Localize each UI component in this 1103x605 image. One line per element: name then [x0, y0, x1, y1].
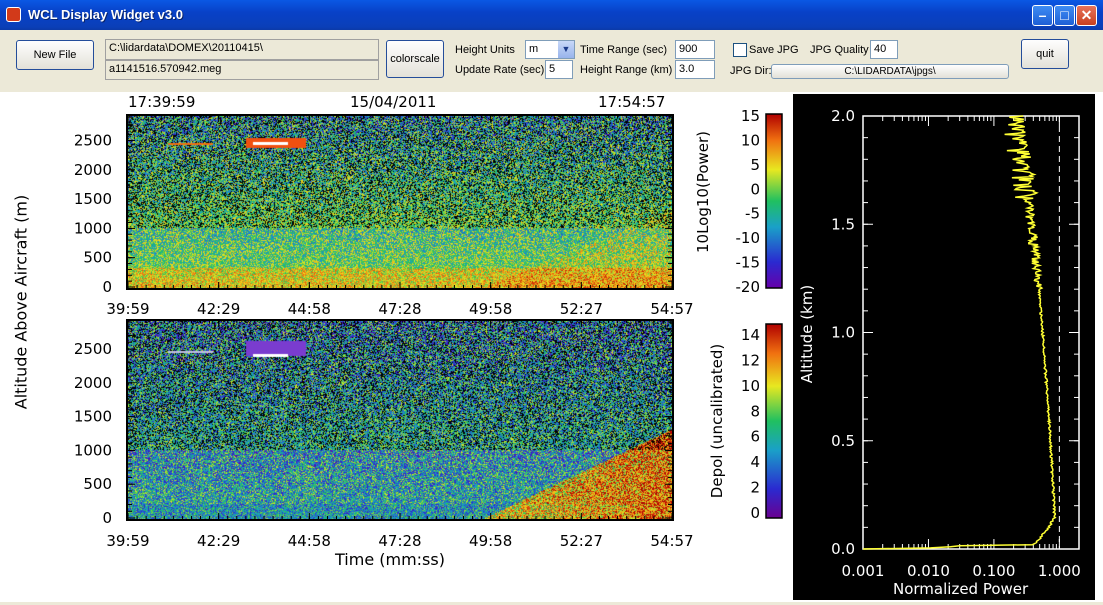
path-directory-field: C:\lidardata\DOMEX\20110415\: [105, 39, 379, 60]
app-icon: [6, 7, 21, 22]
profile-y-tick-label: 2.0: [831, 107, 855, 125]
y-tick-label-lower: 0: [102, 509, 112, 527]
profile-line: [862, 115, 1057, 550]
y-tick-label-lower: 1500: [74, 408, 112, 426]
close-button[interactable]: ✕: [1076, 5, 1097, 26]
depol-colorbar-tick: 8: [750, 402, 760, 420]
colorscale-button[interactable]: colorscale: [386, 40, 444, 78]
y-tick-label-upper: 1000: [74, 219, 112, 237]
minimize-button[interactable]: –: [1032, 5, 1053, 26]
x-tick-label-upper: 49:58: [469, 300, 512, 318]
y-tick-label-upper: 0: [102, 278, 112, 296]
depol-axes-box: [126, 319, 674, 521]
x-tick-label-lower: 52:27: [560, 532, 603, 550]
power-colorbar-tick: 10: [741, 131, 760, 149]
end-time-label: 17:54:57: [598, 93, 666, 111]
title-bar[interactable]: WCL Display Widget v3.0 – □ ✕: [0, 0, 1103, 30]
x-tick-label-lower: 47:28: [378, 532, 421, 550]
y-tick-label-lower: 1000: [74, 441, 112, 459]
update-rate-label: Update Rate (sec): [455, 64, 545, 76]
save-jpg-label: Save JPG: [749, 44, 799, 56]
power-colorbar-label: 10Log10(Power): [694, 130, 712, 254]
x-tick-label-lower: 49:58: [469, 532, 512, 550]
profile-y-tick-label: 0.5: [831, 432, 855, 450]
x-tick-label-upper: 42:29: [197, 300, 240, 318]
power-colorbar-tick: -5: [745, 205, 760, 223]
power-colorbar-tick: 15: [741, 107, 760, 125]
x-tick-label-upper: 39:59: [106, 300, 149, 318]
start-time-label: 17:39:59: [128, 93, 196, 111]
y-tick-label-upper: 500: [83, 249, 112, 267]
x-tick-label-upper: 44:58: [288, 300, 331, 318]
profile-x-tick-label: 0.100: [972, 562, 1015, 580]
x-tick-label-upper: 52:27: [560, 300, 603, 318]
profile-axes-box: [862, 115, 1080, 550]
profile-plot: 0.0 0.5 1.0 1.5 2.0 0.001 0.010 0.100 1.000 Alti…: [793, 94, 1095, 600]
profile-y-tick-label: 0.0: [831, 540, 855, 558]
x-tick-label-lower: 42:29: [197, 532, 240, 550]
x-axis-label: Time (mm:ss): [335, 550, 445, 569]
power-colorbar-tick: -10: [736, 229, 761, 247]
x-tick-label-upper: 47:28: [378, 300, 421, 318]
height-units-select[interactable]: m ▼: [525, 40, 575, 59]
lidar-plots-frame: 39:59 39:59 42:29 42:29 44:58 44:58 47:28 47:28…: [74, 107, 783, 550]
x-tick-label-lower: 54:57: [650, 532, 693, 550]
window-title: WCL Display Widget v3.0: [28, 7, 183, 22]
date-label: 15/04/2011: [350, 93, 437, 111]
new-file-button[interactable]: New File: [16, 40, 94, 70]
depol-colorbar: [765, 323, 783, 519]
profile-x-tick-label: 0.010: [907, 562, 950, 580]
depol-colorbar-tick: 0: [750, 504, 760, 522]
plot-area: 39:59 39:59 42:29 42:29 44:58 44:58 47:28 47:28…: [0, 92, 1103, 602]
jpg-dir-button[interactable]: C:\LIDARDATA\jpgs\: [771, 64, 1009, 79]
depol-colorbar-tick: 4: [750, 453, 760, 471]
height-units-label: Height Units: [455, 44, 515, 56]
update-rate-input[interactable]: 5: [545, 60, 573, 79]
y-tick-label-lower: 2500: [74, 340, 112, 358]
y-tick-label-upper: 2500: [74, 131, 112, 149]
power-axes-box: [126, 114, 674, 290]
x-tick-label-lower: 39:59: [106, 532, 149, 550]
y-tick-label-upper: 2000: [74, 161, 112, 179]
path-file-field: a1141516.570942.meg: [105, 60, 379, 80]
x-tick-label-upper: 54:57: [650, 300, 693, 318]
time-range-label: Time Range (sec): [580, 44, 668, 56]
power-colorbar: [765, 113, 783, 289]
profile-svg: 0.0 0.5 1.0 1.5 2.0 0.001 0.010 0.100 1.000: [831, 107, 1081, 580]
chevron-down-icon[interactable]: ▼: [558, 41, 574, 58]
save-jpg-checkbox[interactable]: [733, 43, 747, 57]
depol-colorbar-tick: 12: [741, 351, 760, 369]
y-tick-label-lower: 2000: [74, 374, 112, 392]
quit-button[interactable]: quit: [1021, 39, 1069, 69]
power-colorbar-tick: 5: [750, 156, 760, 174]
depol-colorbar-label: Depol (uncalibrated): [708, 343, 726, 499]
profile-x-tick-label: 1.000: [1038, 562, 1081, 580]
profile-y-tick-label: 1.0: [831, 324, 855, 342]
height-units-value: m: [529, 43, 539, 55]
height-range-input[interactable]: 3.0: [675, 60, 715, 79]
profile-y-tick-label: 1.5: [831, 215, 855, 233]
time-range-input[interactable]: 900: [675, 40, 715, 59]
power-colorbar-tick: -20: [736, 278, 761, 296]
power-colorbar-tick: 0: [750, 180, 760, 198]
height-range-label: Height Range (km): [580, 64, 673, 76]
profile-x-tick-label: 0.001: [842, 562, 885, 580]
jpg-dir-label: JPG Dir:: [730, 65, 772, 77]
maximize-button[interactable]: □: [1054, 5, 1075, 26]
depol-colorbar-tick: 2: [750, 479, 760, 497]
y-axis-label: Altitude Above Aircraft (m): [11, 194, 31, 410]
depol-colorbar-tick: 14: [741, 326, 760, 344]
y-tick-label-lower: 500: [83, 475, 112, 493]
depol-colorbar-tick: 10: [741, 377, 760, 395]
profile-x-label: Normalized Power: [893, 580, 1029, 598]
depol-colorbar-tick: 6: [750, 428, 760, 446]
x-tick-label-lower: 44:58: [288, 532, 331, 550]
y-tick-label-upper: 1500: [74, 190, 112, 208]
jpg-quality-input[interactable]: 40: [870, 40, 898, 59]
profile-y-label: Altitude (km): [798, 284, 816, 384]
jpg-quality-label: JPG Quality: [810, 44, 869, 56]
power-colorbar-tick: -15: [736, 254, 761, 272]
